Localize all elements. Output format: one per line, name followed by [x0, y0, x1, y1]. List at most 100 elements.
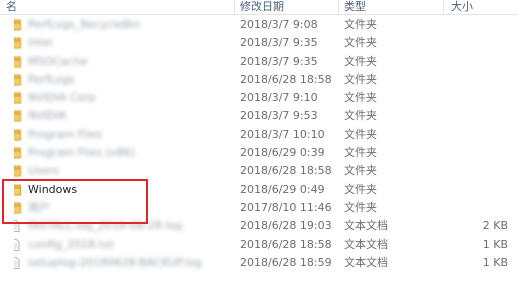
file-name-cell[interactable]: NVIDIA: [14, 107, 228, 125]
file-row[interactable]: PerfLogs 2018/6/28 18:58 文件夹: [0, 71, 518, 89]
file-type: 文件夹: [344, 146, 377, 160]
file-type: 文件夹: [344, 127, 377, 141]
file-name: Windows: [28, 182, 78, 196]
file-row[interactable]: NVIDIA 2018/3/7 9:53 文件夹: [0, 107, 518, 125]
file-row[interactable]: Program Files 2018/3/7 10:10 文件夹: [0, 126, 518, 144]
file-type: 文本文档: [344, 219, 388, 233]
file-size: [440, 16, 508, 34]
file-row[interactable]: INSTALL.log_2018-06-28.log 2018/6/28 19:0…: [0, 217, 518, 235]
file-size: [440, 71, 508, 89]
file-size: [440, 34, 508, 52]
file-name: 用户: [28, 200, 50, 214]
file-row[interactable]: Users 2018/6/28 18:58 文件夹: [0, 162, 518, 180]
column-header-name[interactable]: 名: [6, 0, 17, 15]
file-size: [440, 53, 508, 71]
file-name-cell[interactable]: Windows: [14, 181, 228, 199]
file-row[interactable]: NVIDIA Corp 2018/3/7 9:10 文件夹: [0, 89, 518, 107]
file-name-cell[interactable]: MSOCache: [14, 53, 228, 71]
file-type: 文件夹: [344, 36, 377, 50]
file-size: [440, 181, 508, 199]
file-name-cell[interactable]: Intel: [14, 34, 228, 52]
file-type: 文本文档: [344, 255, 388, 269]
file-name-cell[interactable]: config_2018.txt: [14, 236, 228, 254]
file-name-cell[interactable]: NVIDIA Corp: [14, 89, 228, 107]
file-list: PerfLogs_RecycleBin 2018/3/7 9:08 文件夹 Intel…: [0, 16, 518, 272]
file-type: 文件夹: [344, 91, 377, 105]
file-modified-date: 2018/6/28 18:59: [240, 255, 332, 269]
file-modified-date: 2018/3/7 9:08: [240, 18, 318, 31]
text-file-icon: [14, 238, 21, 251]
file-name-cell[interactable]: PerfLogs: [14, 71, 228, 89]
folder-icon: [14, 184, 21, 196]
file-size: [440, 199, 508, 217]
file-modified-date: 2018/6/28 19:03: [240, 219, 332, 233]
file-name: Intel: [28, 36, 53, 50]
file-modified-date: 2018/3/7 9:53: [240, 109, 318, 123]
file-type: 文件夹: [344, 109, 377, 123]
file-name-cell[interactable]: INSTALL.log_2018-06-28.log: [14, 217, 228, 235]
folder-icon: [14, 110, 21, 122]
folder-icon: [14, 147, 21, 159]
file-name: NVIDIA: [28, 109, 67, 123]
file-modified-date: 2018/3/7 9:35: [240, 36, 318, 50]
folder-icon: [14, 92, 21, 104]
column-divider[interactable]: [338, 0, 339, 15]
folder-icon: [14, 19, 21, 31]
file-name: Users: [28, 164, 59, 178]
column-header-type[interactable]: 类型: [344, 0, 366, 15]
file-name-cell[interactable]: Users: [14, 162, 228, 180]
file-size: [440, 107, 508, 125]
file-type: 文件夹: [344, 18, 377, 31]
file-name-cell[interactable]: 用户: [14, 199, 228, 217]
file-modified-date: 2017/8/10 11:46: [240, 200, 332, 214]
file-type: 文件夹: [344, 54, 377, 68]
file-type: 文件夹: [344, 182, 377, 196]
file-name: NVIDIA Corp: [28, 91, 96, 105]
file-name: config_2018.txt: [28, 237, 114, 251]
folder-icon: [14, 37, 21, 49]
folder-icon: [14, 129, 21, 141]
file-size: 1 KB: [482, 255, 508, 269]
file-row[interactable]: MSOCache 2018/3/7 9:35 文件夹: [0, 53, 518, 71]
file-row[interactable]: config_2018.txt 2018/6/28 18:58 文本文档 1 KB: [0, 236, 518, 254]
file-size: [440, 126, 508, 144]
file-name: PerfLogs: [28, 72, 75, 86]
file-name-cell[interactable]: setuplog-20180628-BACKUP.log: [14, 254, 228, 272]
column-header: 名 修改日期 类型 大小: [0, 0, 518, 15]
column-divider[interactable]: [443, 0, 444, 15]
file-name-cell[interactable]: Program Files: [14, 126, 228, 144]
file-modified-date: 2018/6/28 18:58: [240, 72, 332, 86]
file-row[interactable]: PerfLogs_RecycleBin 2018/3/7 9:08 文件夹: [0, 16, 518, 34]
file-name-cell[interactable]: PerfLogs_RecycleBin: [14, 16, 228, 34]
file-modified-date: 2018/6/29 0:39: [240, 146, 325, 160]
file-row[interactable]: Intel 2018/3/7 9:35 文件夹: [0, 34, 518, 52]
file-name: INSTALL.log_2018-06-28.log: [28, 219, 183, 233]
folder-icon: [14, 74, 21, 86]
file-name: PerfLogs_RecycleBin: [28, 18, 141, 31]
file-size: [440, 89, 508, 107]
file-size: [440, 144, 508, 162]
file-size: [440, 162, 508, 180]
file-modified-date: 2018/6/28 18:58: [240, 164, 332, 178]
file-size: 1 KB: [482, 237, 508, 251]
file-size: 2 KB: [482, 219, 508, 233]
file-name: MSOCache: [28, 54, 88, 68]
file-type: 文本文档: [344, 237, 388, 251]
file-row[interactable]: Program Files (x86) 2018/6/29 0:39 文件夹: [0, 144, 518, 162]
text-file-icon: [14, 220, 21, 233]
file-name-cell[interactable]: Program Files (x86): [14, 144, 228, 162]
file-modified-date: 2018/3/7 9:10: [240, 91, 318, 105]
file-row[interactable]: setuplog-20180628-BACKUP.log 2018/6/28 18…: [0, 254, 518, 272]
column-divider[interactable]: [234, 0, 235, 15]
file-type: 文件夹: [344, 164, 377, 178]
column-header-modified[interactable]: 修改日期: [240, 0, 284, 15]
file-row[interactable]: 用户 2017/8/10 11:46 文件夹: [0, 199, 518, 217]
folder-icon: [14, 56, 21, 68]
file-type: 文件夹: [344, 72, 377, 86]
file-name: setuplog-20180628-BACKUP.log: [28, 255, 202, 269]
text-file-icon: [14, 256, 21, 269]
file-row[interactable]: Windows 2018/6/29 0:49 文件夹: [0, 181, 518, 199]
folder-icon: [14, 165, 21, 177]
file-type: 文件夹: [344, 200, 377, 214]
column-header-size[interactable]: 大小: [451, 0, 473, 15]
